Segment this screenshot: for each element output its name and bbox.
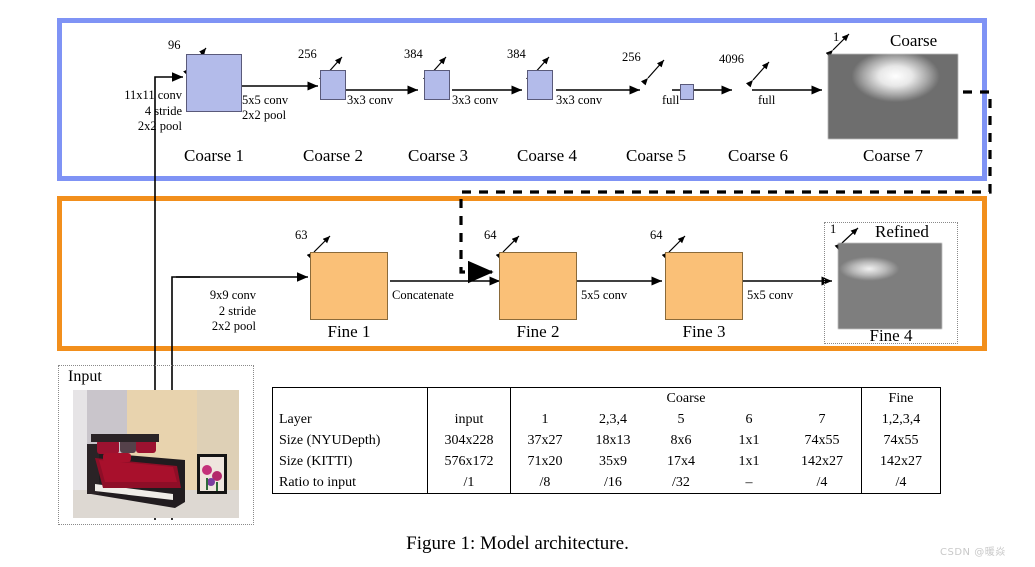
table-row: Ratio to input /1 /8 /16 /32 – /4 /4 [273,472,941,494]
coarse-stage-label-5: Coarse 5 [626,146,686,165]
cell-nyu-c234: 18x13 [595,432,631,448]
cell-nyu-c1: 37x27 [510,430,579,451]
fine-input-op-label: 9x9 conv 2 stride 2x2 pool [209,288,256,334]
bedroom-photo-svg [73,390,239,518]
col-header-c6: 6 [745,411,753,427]
csdn-watermark: CSDN @暖焱 [940,547,1006,558]
coarse-channels-4: 384 [507,47,526,61]
row-label-kitti: Size (KITTI) [279,453,353,469]
cell-ratio-input: /1 [427,472,511,494]
coarse-block-3 [424,70,450,100]
cell-kitti-c1: 71x20 [510,451,579,472]
coarse-channels-2: 256 [298,47,317,61]
fine-op-3-4: 5x5 conv [747,288,794,302]
fine-stage-label-2: Fine 2 [516,322,560,341]
coarse-stage-label-4: Coarse 4 [517,146,577,165]
fine-block-3 [665,252,743,320]
group-header-fine: Fine [861,387,941,409]
cell-kitti-c7: 142x27 [801,453,843,469]
table-body: Size (NYUDepth) 304x228 37x27 18x13 8x6 … [273,430,941,494]
cell-ratio-c1: /8 [510,472,579,494]
fine-channels-1: 63 [295,228,308,242]
figure-caption: Figure 1: Model architecture. [406,533,629,554]
cell-ratio-c234: /16 [604,474,622,490]
cell-kitti-c6: 1x1 [738,453,760,469]
coarse-stage-label-3: Coarse 3 [408,146,468,165]
cell-ratio-c7: /4 [816,474,828,490]
input-title: Input [68,368,102,385]
table-group-header-row: Coarse Fine [273,387,941,410]
fine-stage-label-3: Fine 3 [682,322,726,341]
layer-spec-table: Coarse Fine Layer input 1 2,3,4 5 6 7 1,… [272,387,941,494]
table-row: Size (NYUDepth) 304x228 37x27 18x13 8x6 … [273,430,941,451]
col-header-input: input [427,409,511,430]
cell-nyu-input: 304x228 [427,430,511,451]
coarse-stage-label-7: Coarse 7 [863,146,923,165]
cell-ratio-fine: /4 [861,472,941,494]
coarse-block-5 [680,84,694,100]
table-head: Coarse Fine Layer input 1 2,3,4 5 6 7 1,… [273,387,941,430]
fine-op-concatenate: Concatenate [392,288,454,302]
group-header-coarse: Coarse [510,387,862,409]
fine-stage-label-4: Fine 4 [869,326,913,345]
coarse-op-1-2: 5x5 conv 2x2 pool [242,93,289,122]
coarse-block-4 [527,70,553,100]
coarse-stage-label-2: Coarse 2 [303,146,363,165]
coarse-channels-6: 4096 [719,52,744,66]
coarse-depth-map-image [828,54,958,139]
cell-kitti-c5: 17x4 [667,453,695,469]
row-label-nyudepth: Size (NYUDepth) [279,432,381,448]
refined-depth-map-image [838,243,942,329]
col-header-c234: 2,3,4 [599,411,627,427]
cell-kitti-fine: 142x27 [861,451,941,472]
coarse-stage-label-1: Coarse 1 [184,146,244,165]
coarse-channels-1: 96 [168,38,181,52]
fine-block-1 [310,252,388,320]
coarse-channels-5: 256 [622,50,641,64]
figure-canvas: 11x11 conv 4 stride 2x2 pool 96 256 384 … [0,0,1035,567]
coarse-output-title: Coarse [890,31,938,50]
cell-ratio-c6: – [745,474,753,490]
fine-channels-3: 64 [650,228,663,242]
fine-block-2 [499,252,577,320]
row-label-ratio: Ratio to input [279,474,356,490]
col-header-fine-layers: 1,2,3,4 [861,409,941,430]
coarse-block-2 [320,70,346,100]
coarse-stage-label-6: Coarse 6 [728,146,788,165]
coarse-op-5-6: full [662,93,680,107]
cell-nyu-c5: 8x6 [670,432,692,448]
group-blank-2 [427,387,511,409]
cell-nyu-c7: 74x55 [804,432,840,448]
coarse-channels-3: 384 [404,47,423,61]
table-column-header-row: Layer input 1 2,3,4 5 6 7 1,2,3,4 [273,409,941,430]
fine-channels-2: 64 [484,228,497,242]
col-header-c1: 1 [510,409,579,430]
fine-output-title: Refined [875,222,929,241]
fine-stage-label-1: Fine 1 [327,322,371,341]
fine-op-2-3: 5x5 conv [581,288,628,302]
group-blank-1 [273,388,428,410]
coarse-op-4-5: 3x3 conv [556,93,603,107]
cell-nyu-c6: 1x1 [738,432,760,448]
col-header-layer: Layer [279,411,312,427]
coarse-op-3-4: 3x3 conv [452,93,499,107]
coarse-op-6-7: full [758,93,776,107]
cell-nyu-fine: 74x55 [861,430,941,451]
cell-kitti-c234: 35x9 [599,453,627,469]
col-header-c5: 5 [677,411,685,427]
cell-ratio-c5: /32 [672,474,690,490]
cell-kitti-input: 576x172 [427,451,511,472]
input-bedroom-photo [73,390,239,518]
coarse-input-op-label: 11x11 conv 4 stride 2x2 pool [124,88,182,134]
table-row: Size (KITTI) 576x172 71x20 35x9 17x4 1x1… [273,451,941,472]
col-header-c7: 7 [818,411,826,427]
coarse-op-2-3: 3x3 conv [347,93,394,107]
coarse-block-1 [186,54,242,112]
